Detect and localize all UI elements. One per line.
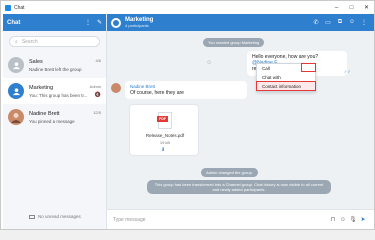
highlight-box (256, 81, 316, 91)
read-check-icon: ✓✓ (344, 69, 351, 74)
search-icon: ⌕ (15, 38, 18, 45)
chat-header: Marketing 4 participants ✆ ▭ ⧉ ☺ ⋮ (107, 14, 374, 31)
highlight-box (301, 63, 316, 72)
chat-name: Sales (29, 58, 43, 65)
chat-subtitle: 4 participants (125, 23, 149, 28)
download-icon[interactable]: ⬇ (161, 147, 165, 153)
add-participant-icon[interactable]: ☺ (346, 19, 358, 26)
title-bar: Chat – □ ✕ (1, 1, 374, 14)
file-name: Release_Notes.pdf (145, 133, 185, 138)
close-icon[interactable]: ✕ (359, 1, 374, 14)
unread-footer: No unread messages (3, 214, 107, 219)
video-call-icon[interactable]: ▭ (322, 19, 334, 26)
attach-file-icon[interactable]: ⊓ (328, 216, 338, 223)
user-avatar (111, 83, 121, 93)
sidebar-title: Chat (7, 19, 21, 26)
chat-name: Nadine Brett (29, 110, 60, 117)
chat-item-marketing[interactable]: Marketing You: This group has been tr...… (3, 78, 106, 104)
screen-share-icon[interactable]: ⧉ (334, 19, 346, 26)
more-vertical-icon[interactable]: ⋮ (358, 19, 370, 26)
message-text: Of course, here they are (130, 90, 184, 96)
muted-icon: 🔇 (94, 92, 101, 98)
system-message: You created group Marketing (203, 38, 265, 47)
group-avatar-icon (111, 17, 121, 28)
window-controls: – □ ✕ (329, 1, 374, 14)
system-message: This group has been transformed into a C… (147, 180, 331, 194)
search-input[interactable] (21, 38, 92, 45)
group-avatar-icon (8, 83, 24, 99)
chat-meta: 12/5 (93, 110, 101, 115)
file-size: 19 kB (159, 140, 171, 145)
chat-item-nadine[interactable]: Nadine Brett You pinned a message 12/5 (3, 104, 106, 130)
more-vertical-icon[interactable]: ⋮ (85, 19, 91, 26)
search-box[interactable]: ⌕ (9, 36, 100, 47)
user-avatar (8, 109, 24, 125)
chat-item-sales[interactable]: Sales Nadine Brett left the group 4/6 (3, 52, 106, 78)
file-attachment[interactable]: PDF Release_Notes.pdf 19 kB ⬇ (129, 104, 199, 156)
chat-preview: You: This group has been tr... (29, 92, 88, 98)
unread-text: No unread messages (38, 214, 81, 219)
message-input[interactable] (113, 216, 328, 223)
window-title: Chat (14, 4, 25, 11)
chat-window: Chat – □ ✕ Chat ⋮ ✎ ⌕ Sales Nadine Brett… (0, 0, 375, 230)
chat-preview: You pinned a message (29, 118, 75, 124)
send-icon[interactable]: ➤ (358, 216, 368, 223)
chat-preview: Nadine Brett left the group (29, 66, 82, 72)
pdf-file-icon: PDF (157, 112, 172, 129)
app-icon (5, 4, 11, 11)
smiley-icon[interactable]: ☺ (206, 60, 212, 66)
emoji-icon[interactable]: ☺ (338, 217, 348, 223)
chat-meta: 4/6 (95, 58, 101, 63)
call-icon[interactable]: ✆ (310, 19, 322, 26)
maximize-icon[interactable]: □ (344, 1, 359, 14)
incoming-message[interactable]: Nadine Brett Of course, here they are (125, 81, 247, 99)
sidebar-header: Chat ⋮ ✎ (3, 14, 106, 31)
sender-name: Nadine Brett (130, 84, 156, 89)
group-avatar-icon (8, 57, 24, 73)
system-message: Admin changed the group. (201, 168, 258, 177)
microphone-icon[interactable]: 🎙 (348, 216, 358, 223)
chat-header-actions: ✆ ▭ ⧉ ☺ ⋮ (310, 19, 370, 26)
minimize-icon[interactable]: – (329, 1, 344, 14)
chat-panel: Marketing 4 participants ✆ ▭ ⧉ ☺ ⋮ You c… (107, 14, 374, 229)
chat-bubble-icon (29, 214, 35, 219)
new-chat-icon[interactable]: ✎ (97, 19, 102, 26)
message-composer: ⊓ ☺ 🎙 ➤ (107, 209, 374, 229)
sidebar: Chat ⋮ ✎ ⌕ Sales Nadine Brett left the g… (3, 14, 107, 229)
chat-meta: Admin (89, 84, 101, 89)
